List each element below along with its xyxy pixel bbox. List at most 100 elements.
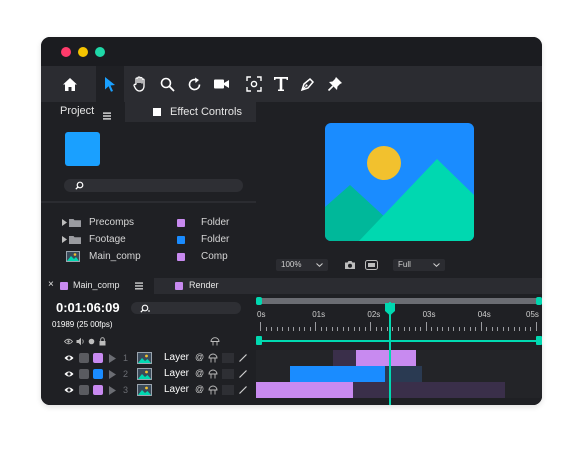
layer-comp-icon bbox=[137, 384, 152, 396]
visibility-eye-icon[interactable] bbox=[64, 354, 74, 362]
expand-layer-arrow-icon[interactable] bbox=[109, 370, 116, 379]
navigator-start-handle[interactable] bbox=[256, 336, 262, 345]
layer-bar[interactable] bbox=[356, 350, 417, 366]
anchor-point-icon[interactable] bbox=[241, 66, 267, 102]
navigator-end-handle[interactable] bbox=[536, 336, 542, 345]
layer-name: Layer bbox=[164, 352, 190, 363]
pin-icon[interactable] bbox=[322, 66, 348, 102]
ruler-tick-mark bbox=[442, 327, 444, 331]
tab-render[interactable]: Render bbox=[154, 278, 254, 294]
visibility-icon bbox=[64, 338, 73, 345]
ruler-tick-mark bbox=[524, 327, 526, 331]
expand-layer-arrow-icon[interactable] bbox=[109, 386, 116, 395]
layer-label-color[interactable] bbox=[93, 369, 103, 379]
lock-icon bbox=[99, 337, 106, 346]
layer-row[interactable]: 2 Layer @ bbox=[41, 366, 256, 382]
ruler-tick-mark bbox=[348, 327, 350, 331]
ruler-tick-label: 05s bbox=[526, 310, 539, 319]
minimize-window-button[interactable] bbox=[78, 47, 88, 57]
expand-arrow-icon[interactable] bbox=[62, 236, 67, 243]
layer-bar[interactable] bbox=[256, 382, 354, 398]
ruler-tick-mark bbox=[386, 327, 388, 331]
parent-dropdown[interactable] bbox=[222, 353, 234, 363]
expand-layer-arrow-icon[interactable] bbox=[109, 354, 116, 363]
pen-tool-icon[interactable] bbox=[295, 66, 321, 102]
show-channel-icon[interactable] bbox=[365, 260, 378, 270]
menu-icon[interactable] bbox=[103, 107, 111, 120]
home-icon[interactable] bbox=[57, 66, 83, 102]
time-ruler[interactable]: 0s 01s 02s 03s 04s 05s bbox=[256, 309, 542, 335]
layer-label-color[interactable] bbox=[93, 385, 103, 395]
project-item-main-comp[interactable]: Main_comp Comp bbox=[62, 251, 252, 265]
layer-row[interactable]: 3 Layer @ bbox=[41, 382, 256, 398]
layer-bar[interactable] bbox=[290, 366, 385, 382]
parent-pickwhip-icon[interactable] bbox=[208, 369, 218, 379]
project-search-input[interactable] bbox=[64, 179, 243, 192]
search-icon bbox=[75, 181, 84, 190]
resolution-value: Full bbox=[398, 260, 411, 269]
resolution-dropdown[interactable]: Full bbox=[393, 259, 445, 271]
audio-toggle[interactable] bbox=[79, 369, 89, 379]
parent-pickwhip-icon[interactable] bbox=[208, 353, 218, 363]
project-item-precomps[interactable]: Precomps Folder bbox=[62, 217, 252, 231]
app-window: Project Effect Controls Precomps Folder bbox=[41, 37, 542, 405]
ruler-tick-mark bbox=[497, 327, 499, 331]
chevron-down-icon bbox=[433, 263, 440, 267]
timeline-panel: × Main_comp Render 0:01:06:09 01989 (25 … bbox=[41, 278, 542, 405]
ruler-tick-mark bbox=[414, 327, 416, 331]
parent-dropdown[interactable] bbox=[222, 385, 234, 395]
zoom-icon[interactable] bbox=[154, 66, 180, 102]
hand-icon[interactable] bbox=[127, 66, 153, 102]
select-arrow-icon[interactable] bbox=[96, 66, 124, 102]
project-item-type: Folder bbox=[201, 217, 230, 228]
playhead-line[interactable] bbox=[389, 302, 392, 405]
visibility-eye-icon[interactable] bbox=[64, 370, 74, 378]
text-tool-icon[interactable] bbox=[268, 66, 294, 102]
playhead-handle[interactable] bbox=[384, 302, 396, 316]
ruler-tick-label: 01s bbox=[312, 310, 326, 319]
visibility-eye-icon[interactable] bbox=[64, 386, 74, 394]
work-area-start-handle[interactable] bbox=[256, 297, 262, 305]
label-color-swatch bbox=[177, 236, 185, 244]
snapshot-camera-icon[interactable] bbox=[344, 260, 356, 270]
work-area-bar[interactable] bbox=[258, 298, 540, 304]
edit-pencil-icon[interactable] bbox=[238, 369, 248, 379]
ruler-tick-mark bbox=[370, 322, 372, 331]
ruler-tick-label: 04s bbox=[477, 310, 491, 319]
close-tab-icon[interactable]: × bbox=[48, 279, 54, 290]
close-window-button[interactable] bbox=[61, 47, 71, 57]
expand-arrow-icon[interactable] bbox=[62, 219, 67, 226]
rotate-icon[interactable] bbox=[181, 66, 207, 102]
audio-toggle[interactable] bbox=[79, 385, 89, 395]
ruler-tick-mark bbox=[425, 322, 427, 331]
time-navigator-line bbox=[258, 340, 540, 342]
parent-dropdown[interactable] bbox=[222, 369, 234, 379]
audio-toggle[interactable] bbox=[79, 353, 89, 363]
timecode-display[interactable]: 0:01:06:09 bbox=[56, 300, 120, 315]
ruler-tick-label: 02s bbox=[367, 310, 381, 319]
effect-controls-square-icon bbox=[153, 108, 161, 116]
edit-pencil-icon[interactable] bbox=[238, 385, 248, 395]
project-item-name: Precomps bbox=[89, 217, 135, 228]
ruler-tick-mark bbox=[315, 322, 317, 331]
ruler-tick-mark bbox=[458, 327, 460, 331]
tab-main-comp[interactable]: × Main_comp bbox=[41, 278, 154, 294]
work-area-end-handle[interactable] bbox=[536, 297, 542, 305]
edit-pencil-icon[interactable] bbox=[238, 353, 248, 363]
project-item-footage[interactable]: Footage Folder bbox=[62, 234, 252, 248]
ruler-tick-mark bbox=[536, 322, 537, 331]
ruler-tick-mark bbox=[282, 327, 284, 331]
project-tab[interactable]: Project bbox=[60, 105, 94, 117]
maximize-window-button[interactable] bbox=[95, 47, 105, 57]
timeline-search-input[interactable] bbox=[131, 302, 241, 314]
layer-label-color[interactable] bbox=[93, 353, 103, 363]
menu-icon[interactable] bbox=[135, 282, 143, 290]
camera-icon[interactable] bbox=[208, 66, 234, 102]
zoom-dropdown[interactable]: 100% bbox=[276, 259, 328, 271]
effect-controls-tab[interactable]: Effect Controls bbox=[125, 102, 256, 122]
time-graph-area: 0s 01s 02s 03s 04s 05s bbox=[256, 294, 542, 405]
ruler-tick-mark bbox=[337, 327, 339, 331]
parent-pickwhip-icon[interactable] bbox=[208, 385, 218, 395]
layer-row[interactable]: 1 Layer @ bbox=[41, 350, 256, 366]
panel-divider bbox=[41, 201, 256, 203]
